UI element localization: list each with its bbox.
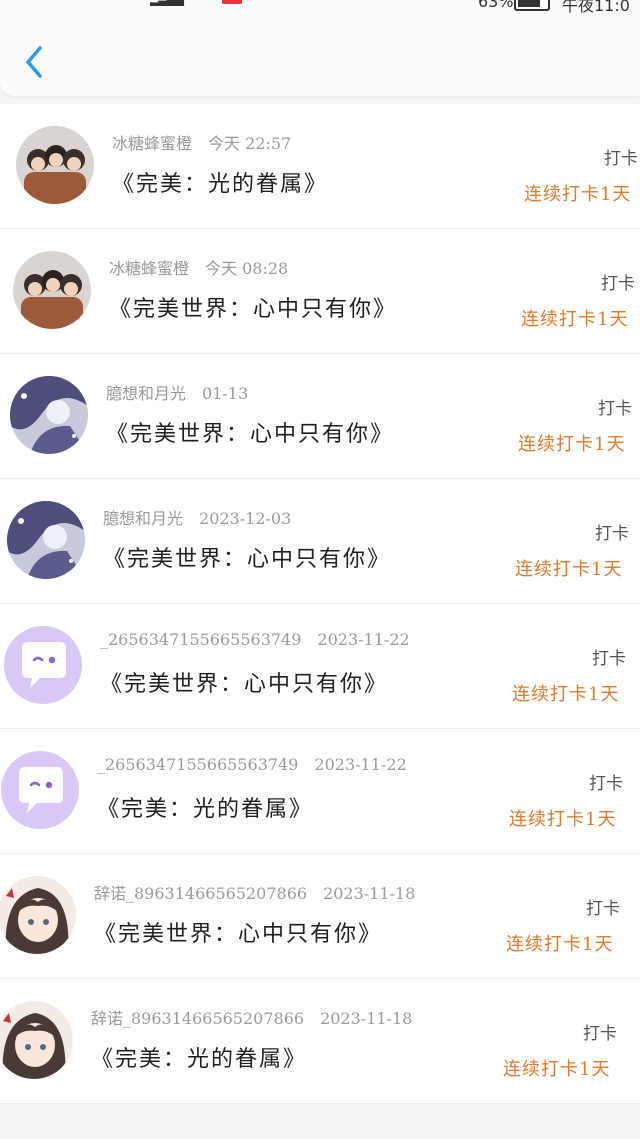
page: ▂▃▅▆ 63% 午夜11:0 冰糖蜂蜜橙今天 22:57《完美：光的眷属》打卡… [0,0,640,1139]
streak-label: 连续打卡1天 [515,559,623,580]
checkin-time: 2023-11-18 [320,1009,413,1028]
user-name[interactable]: 臆想和月光 [103,509,183,528]
checkin-time: 2023-11-22 [317,630,410,649]
checkin-label: 打卡 [592,649,626,669]
user-avatar[interactable] [13,251,91,329]
checkin-label: 打卡 [586,899,620,919]
battery-percentage: 63% [478,0,514,11]
checkin-row[interactable]: 冰糖蜂蜜橙 今天 08:28 《完美世界：心中只有你》 打卡连续打卡1天 [0,229,640,354]
row-meta: 辞诺_89631466565207866 2023-11-18 [91,1005,412,1029]
battery-icon [514,0,550,11]
book-title[interactable]: 《完美世界：心中只有你》 [94,916,382,948]
streak-label: 连续打卡1天 [503,1059,611,1080]
streak-label: 连续打卡1天 [524,184,632,205]
book-title[interactable]: 《完美世界：心中只有你》 [100,666,388,698]
checkin-row[interactable]: 辞诺_8963146656520​7866 2023-11-18 《完美世界：心中只… [0,854,640,979]
checkin-time: 01-13 [202,384,249,403]
streak-label: 连续打卡1天 [518,434,626,455]
user-avatar[interactable] [10,376,88,454]
checkin-label: 打卡 [583,1024,617,1044]
user-avatar[interactable] [4,626,82,704]
streak-label: 连续打卡1天 [506,934,614,955]
user-avatar[interactable] [7,501,85,579]
checkin-row[interactable]: _265634715566556374​9 2023-11-22 《完美世界：心中只… [0,604,640,729]
checkin-label: 打卡 [589,774,623,794]
user-name[interactable]: 冰糖蜂蜜橙 [109,259,189,278]
user-name[interactable]: 冰糖蜂蜜橙 [112,134,192,153]
row-meta: _2656347155665563749 2023-11-22 [97,755,407,774]
checkin-row[interactable]: 冰糖蜂蜜橙 今天 22:57 《完美：光的眷属》 打卡连续打卡1天 [0,104,640,229]
streak-label: 连续打卡1天 [512,684,620,705]
book-title[interactable]: 《完美：光的眷属》 [91,1041,307,1073]
checkin-row[interactable]: 臆想和月光 01-13 《完美世界：心中只有你》 打卡连续打卡1天 [0,354,640,479]
row-meta: 臆想和月光 01-13 [106,380,248,404]
checkin-list: 冰糖蜂蜜橙 今天 22:57 《完美：光的眷属》 打卡 连续打卡1天 冰糖蜂蜜橙 今天 08… [0,104,640,1104]
checkin-label: 打卡 [601,274,635,294]
checkin-label: 打卡 [604,149,638,169]
status-clock: 午夜11:0 [562,0,630,15]
book-title[interactable]: 《完美世界：心中只有你》 [103,541,391,573]
book-title[interactable]: 《完美世界：心中只有你》 [109,291,397,323]
streak-label: 连续打卡1天 [521,309,629,330]
checkin-row[interactable]: 臆想和月光 2023-12-03 《完美世界：心中只有你》 打卡连续打卡1天 [0,479,640,604]
book-title[interactable]: 《完美：光的眷属》 [112,166,328,198]
user-avatar[interactable] [0,1001,73,1079]
checkin-label: 打卡 [598,399,632,419]
book-title[interactable]: 《完美世界：心中只有你》 [106,416,394,448]
checkin-time: 今天 08:28 [205,259,289,278]
checkin-row[interactable]: _2656347155665563749 2023-11-22 《完美：光的眷属》 打… [0,729,640,854]
header-bar [0,0,640,96]
user-avatar[interactable] [0,876,76,954]
user-name[interactable]: 臆想和月光 [106,384,186,403]
checkin-time: 2023-11-18 [323,884,416,903]
row-meta: 冰糖蜂蜜橙 今天 22:57 [112,130,291,154]
user-name[interactable]: _265634715566556374​9 [100,630,301,649]
user-name[interactable]: 辞诺_89631466565207866 [91,1009,304,1028]
user-name[interactable]: _2656347155665563749 [97,755,298,774]
row-meta: 冰糖蜂蜜橙 今天 08:28 [109,255,288,279]
checkin-time: 今天 22:57 [208,134,292,153]
notification-icon [222,0,242,4]
chevron-left-icon [26,46,42,78]
user-avatar[interactable] [1,751,79,829]
signal-icon: ▂▃▅▆ [150,0,184,6]
row-meta: 臆想和月光 2023-12-03 [103,505,291,529]
user-name[interactable]: 辞诺_8963146656520​7866 [94,884,307,903]
streak-label: 连续打卡1天 [509,809,617,830]
status-bar: ▂▃▅▆ 63% 午夜11:0 [0,0,640,15]
checkin-label: 打卡 [595,524,629,544]
checkin-time: 2023-11-22 [314,755,407,774]
book-title[interactable]: 《完美：光的眷属》 [97,791,313,823]
row-meta: 辞诺_8963146656520​7866 2023-11-18 [94,880,415,904]
back-button[interactable] [18,40,54,84]
user-avatar[interactable] [16,126,94,204]
row-meta: _265634715566556374​9 2023-11-22 [100,630,410,649]
checkin-time: 2023-12-03 [199,509,292,528]
checkin-row[interactable]: 辞诺_89631466565207866 2023-11-18 《完美：光的眷属》 打… [0,979,640,1104]
